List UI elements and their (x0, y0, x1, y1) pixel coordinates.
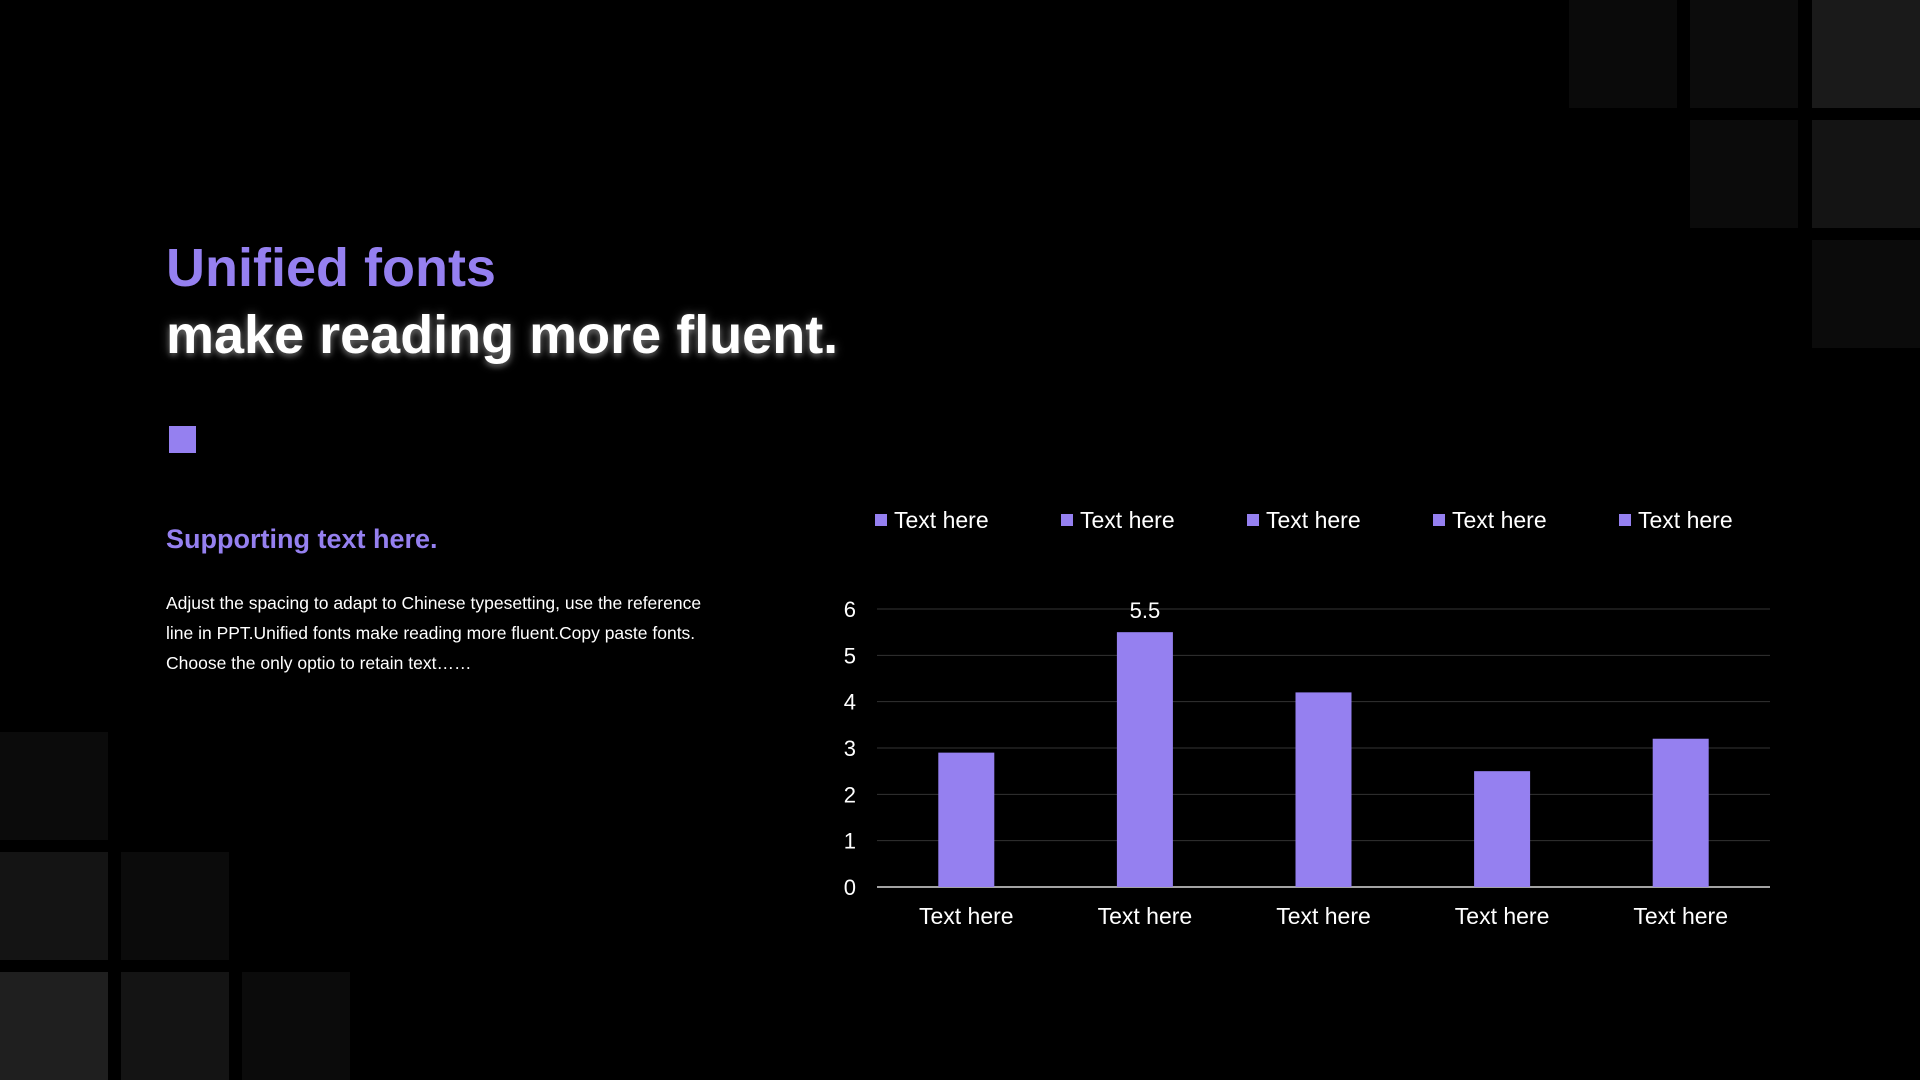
legend-swatch (1247, 514, 1259, 526)
bar (938, 752, 995, 887)
decor-tile (1812, 120, 1920, 228)
supporting-body: Adjust the spacing to adapt to Chinese t… (166, 593, 702, 673)
legend-swatch (875, 514, 887, 526)
decor-tile (1812, 0, 1920, 108)
supporting-heading: Supporting text here. (166, 524, 438, 554)
bar (1474, 771, 1531, 887)
legend-swatch (1433, 514, 1445, 526)
bar (1295, 692, 1352, 887)
x-tick-label: Text here (1455, 903, 1550, 929)
legend-label: Text here (1266, 507, 1361, 533)
y-tick-label: 0 (844, 875, 856, 900)
y-tick-label: 5 (844, 643, 856, 668)
decor-tile (121, 972, 229, 1080)
x-tick-label: Text here (919, 903, 1014, 929)
legend-label: Text here (894, 507, 989, 533)
decor-tile (121, 852, 229, 960)
y-tick-label: 2 (844, 782, 856, 807)
y-tick-label: 1 (844, 829, 856, 854)
y-tick-label: 6 (844, 597, 856, 622)
legend-label: Text here (1638, 507, 1733, 533)
page-title: make reading more fluent. (166, 305, 839, 365)
x-tick-label: Text here (1276, 903, 1371, 929)
x-tick-label: Text here (1633, 903, 1728, 929)
decor-tile (242, 972, 350, 1080)
y-tick-label: 3 (844, 736, 856, 761)
legend-label: Text here (1080, 507, 1175, 533)
legend-swatch (1061, 514, 1073, 526)
slide: Unified fonts make reading more fluent. … (0, 0, 1920, 1080)
decor-tile (0, 972, 108, 1080)
accent-square (169, 426, 196, 453)
decor-tile (1690, 0, 1798, 108)
decor-tile (0, 852, 108, 960)
legend-label: Text here (1452, 507, 1547, 533)
legend-swatch (1619, 514, 1631, 526)
y-tick-label: 4 (844, 690, 856, 715)
title-accent: Unified fonts (166, 238, 496, 298)
decor-tile (1690, 120, 1798, 228)
bar (1652, 738, 1709, 887)
data-label: 5.5 (1130, 598, 1161, 623)
decor-tile (1569, 0, 1677, 108)
x-tick-label: Text here (1098, 903, 1193, 929)
bar (1116, 632, 1173, 887)
decor-tile (1812, 240, 1920, 348)
decor-tile (0, 732, 108, 840)
